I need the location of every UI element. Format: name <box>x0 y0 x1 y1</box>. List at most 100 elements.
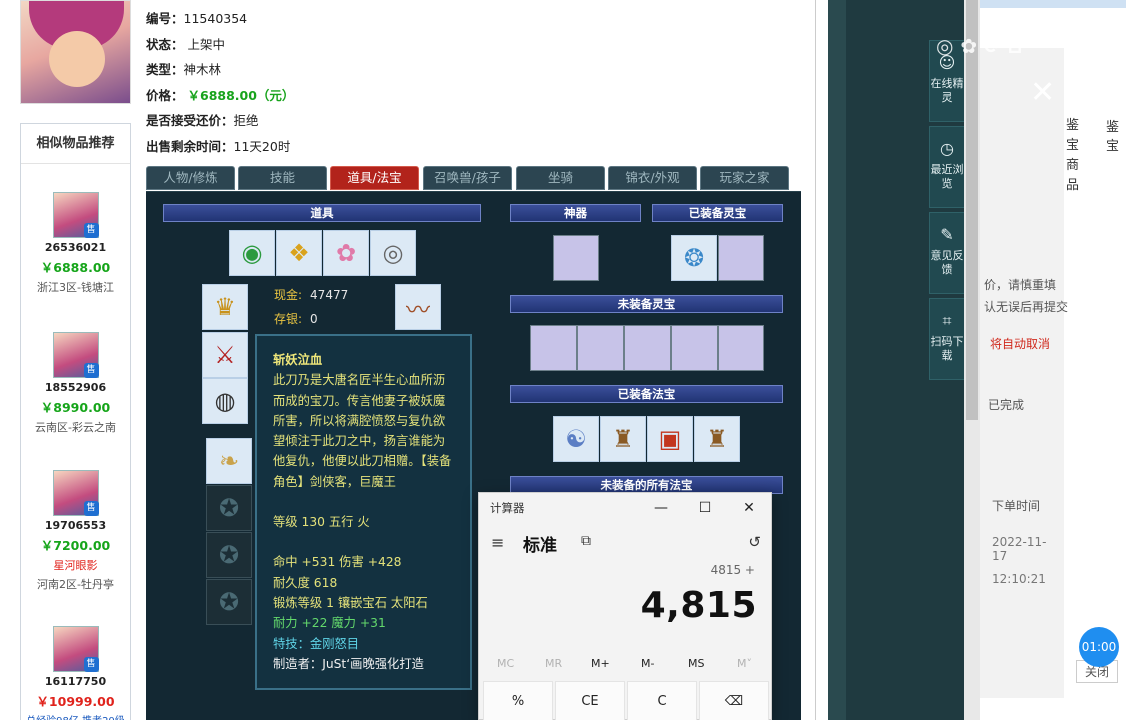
remaining-time-label: 出售剩余时间： <box>146 138 234 154</box>
dock-download[interactable]: ⌗ 扫码下载 <box>929 298 965 380</box>
feather-icon: ❧ <box>218 447 240 475</box>
unequipped-spirit-slot[interactable] <box>577 325 624 371</box>
tab-mounts[interactable]: 坐骑 <box>516 166 605 190</box>
tab-character[interactable]: 人物/修炼 <box>146 166 235 190</box>
treasure-slot[interactable]: ♜ <box>694 416 740 462</box>
memory-recall-button[interactable]: MR <box>545 657 562 670</box>
type-label: 类型： <box>146 62 184 77</box>
seal-icon: ✪ <box>218 541 240 569</box>
similar-id: 16117750 <box>44 675 107 688</box>
artifact-slot[interactable] <box>553 235 599 281</box>
similar-thumb[interactable]: 售 <box>52 192 99 238</box>
treasure-slot[interactable]: ☯ <box>553 416 599 462</box>
similar-price: ￥7200.00 <box>40 538 111 553</box>
section-unequipped-spirit: 未装备灵宝 <box>510 295 783 313</box>
similar-id: 26536021 <box>44 241 107 254</box>
clear-entry-key[interactable]: CE <box>555 681 625 720</box>
window-topbar <box>980 0 1126 8</box>
nav-vertical[interactable]: 鉴宝商品 <box>1066 116 1080 196</box>
empty-slot[interactable]: ✪ <box>206 485 252 531</box>
dock-label: 意见反馈 <box>930 249 964 276</box>
backspace-key[interactable]: ⌫ <box>699 681 769 720</box>
section-equipped-treasure: 已装备法宝 <box>510 385 783 403</box>
item-slot[interactable]: ◎ <box>370 230 416 276</box>
calculator-expression: 4815 + <box>710 563 755 577</box>
item-slot[interactable]: ◉ <box>229 230 275 276</box>
equipment-slot-belt[interactable]: ❧ <box>206 438 252 484</box>
tooltip-skill: 特技：金刚怒目 <box>273 636 360 651</box>
cash: 现金: 47477 <box>274 286 348 303</box>
memory-list-button[interactable]: M˅ <box>737 657 752 670</box>
empty-slot[interactable]: ✪ <box>206 532 252 578</box>
done-tab[interactable]: 已完成 <box>988 396 1024 413</box>
close-button[interactable]: ✕ <box>727 493 771 524</box>
memory-subtract-button[interactable]: M- <box>641 657 654 670</box>
nav-top[interactable]: 鉴宝 <box>1106 116 1126 154</box>
item-slot[interactable]: ✿ <box>323 230 369 276</box>
dock-feedback[interactable]: ✎ 意见反馈 <box>929 212 965 294</box>
equipment-slot-necklace[interactable]: ◍ <box>202 378 248 424</box>
memory-clear-button[interactable]: MC <box>497 657 514 670</box>
similar-thumb[interactable]: 售 <box>52 470 99 516</box>
memory-store-button[interactable]: MS <box>688 657 704 670</box>
similar-item[interactable]: 售 19706553 ￥7200.00 星河眼影 河南2区-牡丹亭 <box>21 470 130 592</box>
similar-item[interactable]: 售 18552906 ￥8990.00 云南区-彩云之南 <box>21 332 130 435</box>
empty-slot[interactable]: ✪ <box>206 579 252 625</box>
tab-outfits[interactable]: 锦衣/外观 <box>608 166 697 190</box>
treasure-slot[interactable]: ▣ <box>647 416 693 462</box>
page-scrollbar[interactable] <box>964 0 980 720</box>
item-slot[interactable]: ❖ <box>276 230 322 276</box>
equipment-slot-weapon[interactable]: ⚔ <box>202 332 248 378</box>
jade-icon: ◉ <box>241 239 263 267</box>
minimize-button[interactable]: — <box>639 493 683 524</box>
close-icon[interactable]: ✕ <box>1030 78 1055 108</box>
clear-key[interactable]: C <box>627 681 697 720</box>
maximize-button[interactable]: ☐ <box>683 493 727 524</box>
sell-badge: 售 <box>83 223 99 238</box>
similar-item[interactable]: 售 26536021 ￥6888.00 浙江3区-钱塘江 <box>21 192 130 295</box>
tab-summons[interactable]: 召唤兽/孩子 <box>423 166 512 190</box>
tab-items[interactable]: 道具/法宝 <box>330 166 419 190</box>
dock-recent[interactable]: ◷ 最近浏览 <box>929 126 965 208</box>
unequipped-spirit-slot[interactable] <box>718 325 764 371</box>
warn-line-2: 认无误后再提交 <box>984 300 1069 314</box>
keep-on-top-icon[interactable]: ⧉ <box>581 533 591 549</box>
similar-thumb[interactable]: 售 <box>52 332 99 378</box>
tab-bar: 人物/修炼 技能 道具/法宝 召唤兽/孩子 坐骑 锦衣/外观 玩家之家 <box>146 166 801 191</box>
unequipped-spirit-slot[interactable] <box>671 325 718 371</box>
equipped-spirit-slot[interactable]: ❂ <box>671 235 717 281</box>
unequipped-spirit-slot[interactable] <box>624 325 671 371</box>
tooltip-maker: 制造者：JuSt‘画晚强化打造 <box>273 656 424 671</box>
equipment-slot-helmet[interactable]: ♛ <box>202 284 248 330</box>
menu-icon[interactable]: ≡ <box>491 533 504 552</box>
tab-home[interactable]: 玩家之家 <box>700 166 789 190</box>
bag-icon: ♜ <box>612 425 634 453</box>
sell-badge: 售 <box>83 363 99 378</box>
memory-add-button[interactable]: M+ <box>591 657 610 670</box>
similar-id: 19706553 <box>44 519 107 532</box>
chain-icon: 〰 <box>406 295 430 324</box>
similar-thumb[interactable]: 售 <box>52 626 99 672</box>
history-icon[interactable]: ↺ <box>748 533 761 551</box>
treasure-slot[interactable]: ♜ <box>600 416 646 462</box>
id-label: 编号： <box>146 11 184 26</box>
item-info: 编号：11540354 状态： 上架中 类型：神木林 价格： ￥6888.00（… <box>146 6 294 159</box>
tooltip-title: 斩妖泣血 <box>273 353 323 367</box>
order-time-label: 下单时间 <box>992 499 1041 513</box>
price-value: ￥6888.00（元） <box>187 87 295 103</box>
seal-icon: ✪ <box>218 494 240 522</box>
percent-key[interactable]: % <box>483 681 553 720</box>
status-label: 状态： <box>146 36 184 52</box>
equipment-slot-armor[interactable]: 〰 <box>395 284 441 330</box>
unequipped-spirit-slot[interactable] <box>530 325 577 371</box>
sage-icon: ☯ <box>565 425 587 453</box>
edit-icon: ✎ <box>940 225 954 244</box>
tab-skills[interactable]: 技能 <box>238 166 327 190</box>
tooltip-description: 此刀乃是大唐名匠半生心血所沥而成的宝刀。传言他妻子被妖魔所害，所以将满腔愤怒与复… <box>273 373 452 489</box>
bag-icon: ♜ <box>706 425 728 453</box>
deposit-value: 0 <box>310 312 318 326</box>
similar-item[interactable]: 售 16117750 ￥10999.00 总经验98亿 携者20级 <box>21 626 130 720</box>
similar-server: 云南区-彩云之南 <box>35 421 116 434</box>
equipped-spirit-slot[interactable] <box>718 235 764 281</box>
similar-price: ￥10999.00 <box>36 694 115 709</box>
